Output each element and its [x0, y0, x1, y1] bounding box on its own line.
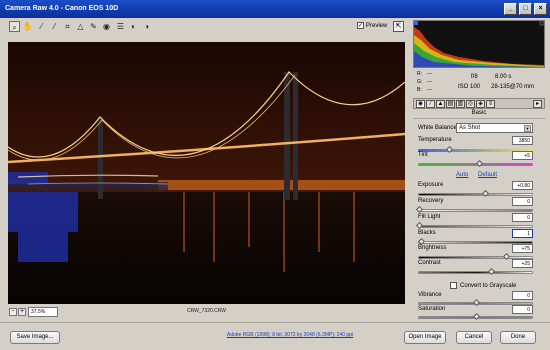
tab-presets-icon[interactable]: ≡	[486, 100, 495, 108]
grayscale-checkbox[interactable]	[450, 282, 457, 289]
recovery-field[interactable]: 0	[512, 197, 533, 206]
retouch-tool-icon[interactable]: ✎	[88, 21, 99, 32]
bottom-bar: Save Image... Adobe RGB (1998); 8 bit; 3…	[0, 322, 550, 350]
default-link[interactable]: Default	[478, 172, 497, 178]
toolbar: ⌕ ✋ ⁄ ⁄ ⌗ △ ✎ ◉ ☰ ◐ ◑ ✓ Preview ⇱	[0, 18, 412, 36]
aperture: f/8	[471, 74, 478, 80]
title-bar: Camera Raw 4.0 - Canon EOS 10D _ □ ×	[0, 0, 550, 18]
exposure-slider[interactable]	[418, 193, 533, 196]
vibrance-label: Vibrance	[418, 292, 442, 298]
crop-tool-icon[interactable]: ⌗	[62, 21, 73, 32]
panel-tabs: ◉ ∕ ▲ ▤ ▥ ◎ ◈ ≡ ▸	[413, 98, 545, 109]
workflow-options-link[interactable]: Adobe RGB (1998); 8 bit; 3072 by 2048 (6…	[200, 332, 380, 338]
cancel-button[interactable]: Cancel	[456, 331, 492, 344]
recovery-slider[interactable]	[418, 209, 533, 212]
tab-lens-icon[interactable]: ◎	[466, 100, 475, 108]
temperature-label: Temperature	[418, 137, 452, 143]
tab-split-toning-icon[interactable]: ▥	[456, 100, 465, 108]
white-balance-label: White Balance:	[418, 125, 459, 131]
white-balance-value: As Shot	[459, 125, 481, 131]
grayscale-toggle[interactable]: Convert to Grayscale	[450, 282, 516, 289]
zoom-bar: - + 37.5% CRW_7320.CRW	[8, 306, 405, 318]
fill-light-slider[interactable]	[418, 225, 533, 228]
tab-basic-icon[interactable]: ◉	[416, 100, 425, 108]
fullscreen-icon[interactable]: ⇱	[393, 21, 404, 32]
save-image-button[interactable]: Save Image...	[10, 331, 60, 344]
exposure-field[interactable]: +0.80	[512, 181, 533, 190]
blue-value: ---	[427, 87, 432, 93]
window-controls: _ □ ×	[504, 3, 547, 15]
contrast-field[interactable]: +25	[512, 259, 533, 268]
contrast-slider[interactable]	[418, 271, 533, 274]
straighten-tool-icon[interactable]: △	[75, 21, 86, 32]
green-label: G:	[417, 79, 423, 85]
temperature-field[interactable]: 3850	[512, 136, 533, 145]
tab-hsl-icon[interactable]: ▤	[446, 100, 455, 108]
preferences-icon[interactable]: ☰	[115, 21, 126, 32]
red-eye-tool-icon[interactable]: ◉	[101, 21, 112, 32]
histogram	[413, 20, 545, 68]
brightness-field[interactable]: +75	[512, 244, 533, 253]
preview-toggle[interactable]: ✓ Preview	[357, 22, 387, 29]
shutter-speed: 8.00 s	[495, 74, 512, 80]
highlight-clipping-indicator[interactable]	[539, 20, 545, 26]
brightness-label: Brightness	[418, 245, 447, 251]
fill-light-label: Fill Light	[418, 214, 441, 220]
red-value: ---	[427, 71, 432, 77]
pixel-readout: R: --- G: --- B: --- f/8 8.00 s ISO 100 …	[413, 70, 545, 96]
auto-link[interactable]: Auto	[456, 172, 468, 178]
open-image-button[interactable]: Open Image	[404, 331, 446, 344]
fill-light-field[interactable]: 0	[512, 213, 533, 222]
lens-info: 28-135@70 mm	[491, 84, 535, 90]
saturation-field[interactable]: 0	[512, 305, 533, 314]
zoom-tool-icon[interactable]: ⌕	[9, 21, 20, 32]
preview-label: Preview	[366, 22, 388, 29]
tint-field[interactable]: +5	[512, 151, 533, 160]
rotate-left-icon[interactable]: ◐	[128, 21, 139, 32]
shadow-clipping-indicator[interactable]	[414, 21, 418, 25]
white-balance-select[interactable]: As Shot ▼	[456, 123, 533, 133]
maximize-button[interactable]: □	[519, 3, 532, 15]
blacks-label: Blacks	[418, 230, 436, 236]
hand-tool-icon[interactable]: ✋	[22, 21, 33, 32]
tab-detail-icon[interactable]: ▲	[436, 100, 445, 108]
white-balance-tool-icon[interactable]: ⁄	[36, 21, 47, 32]
close-button[interactable]: ×	[534, 3, 547, 15]
red-label: R:	[417, 71, 422, 77]
done-button[interactable]: Done	[500, 331, 536, 344]
tab-tone-curve-icon[interactable]: ∕	[426, 100, 435, 108]
bridge-photo	[8, 42, 405, 304]
blacks-field[interactable]: 1	[512, 229, 533, 238]
blue-label: B:	[417, 87, 422, 93]
minimize-button[interactable]: _	[504, 3, 517, 15]
panel-menu-icon[interactable]: ▸	[533, 100, 542, 108]
preview-checkbox[interactable]: ✓	[357, 22, 364, 29]
contrast-label: Contrast	[418, 260, 441, 266]
grayscale-label: Convert to Grayscale	[460, 282, 517, 289]
saturation-label: Saturation	[418, 306, 446, 312]
panel-section-title: Basic	[413, 110, 545, 119]
image-preview[interactable]	[8, 42, 405, 304]
tab-calibration-icon[interactable]: ◈	[476, 100, 485, 108]
window-title: Camera Raw 4.0 - Canon EOS 10D	[5, 5, 119, 12]
rotate-right-icon[interactable]: ◑	[141, 21, 152, 32]
vibrance-field[interactable]: 0	[512, 291, 533, 300]
color-sampler-tool-icon[interactable]: ⁄	[49, 21, 60, 32]
exposure-label: Exposure	[418, 182, 444, 188]
recovery-label: Recovery	[418, 198, 444, 204]
file-name: CRW_7320.CRW	[187, 308, 226, 314]
chevron-down-icon: ▼	[524, 125, 531, 132]
iso: ISO 100	[458, 84, 481, 90]
green-value: ---	[427, 79, 432, 85]
histogram-graph	[414, 20, 545, 67]
tint-label: Tint	[418, 152, 428, 158]
